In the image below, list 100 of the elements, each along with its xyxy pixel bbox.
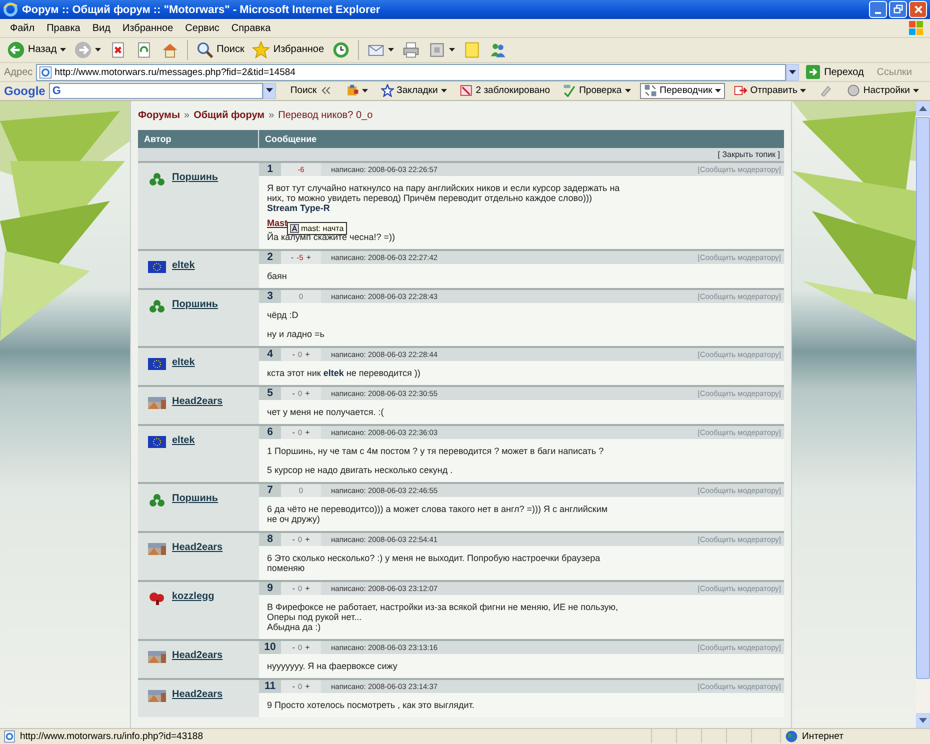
caret-icon [715, 88, 722, 93]
post-text: 6 да чёто не переводитсо))) а может слова такого нет в англ? =))) Я с английским [267, 504, 609, 514]
google-dropdown-button[interactable] [263, 82, 276, 99]
biohazard-icon [148, 492, 166, 507]
post-number: 6 [259, 426, 281, 439]
avatar-icon [148, 590, 166, 605]
vote-up-button[interactable]: + [305, 534, 310, 544]
search-button[interactable]: Поиск [192, 38, 248, 62]
vote-up-button[interactable]: + [305, 642, 310, 652]
arrow-icon [806, 65, 820, 79]
address-dropdown-button[interactable] [786, 64, 800, 80]
column-header: Сообщение [264, 132, 317, 146]
minimize-button[interactable] [869, 1, 887, 18]
translate-icon [290, 224, 299, 233]
caret-icon [440, 88, 447, 93]
post-text: баян [267, 270, 288, 281]
restore-icon [892, 4, 904, 16]
post-number: 11 [259, 680, 281, 693]
author-link[interactable]: Поршинь [172, 298, 218, 310]
flag-icon [148, 434, 166, 449]
breadcrumb-link[interactable]: Общий форум [194, 110, 265, 121]
vote-up-button[interactable]: + [305, 428, 310, 437]
tooltip: mast: начта [287, 222, 347, 235]
post-text: ну и ладно =ь [267, 328, 326, 339]
caret-icon [624, 88, 631, 93]
blocked-icon [460, 84, 473, 98]
popup-blocker-button[interactable]: 2 заблокировано [456, 82, 554, 99]
biohazard-icon [148, 172, 166, 186]
arrow-up-icon [919, 106, 927, 111]
printer-icon [402, 40, 420, 59]
author-link[interactable]: eltek [172, 356, 195, 368]
go-button[interactable]: Переход [802, 65, 868, 79]
vote-down-button[interactable]: - [292, 428, 295, 437]
spellcheck-button[interactable]: Проверка [559, 82, 635, 99]
minimize-icon [875, 12, 881, 14]
post-text: них, то можно увидеть перевод) Причём переводит отдельно каждое слово))) [267, 192, 592, 203]
puzzle-icon [346, 84, 359, 98]
vote-down-button[interactable]: - [292, 584, 295, 593]
flag-icon [148, 260, 166, 274]
author-link[interactable]: Поршинь [172, 172, 218, 183]
author-link[interactable]: Head2ears [172, 396, 223, 407]
author-link[interactable]: Head2ears [172, 650, 223, 661]
close-button[interactable] [909, 1, 927, 18]
vote-down-button[interactable]: - [292, 350, 295, 359]
menu-item[interactable]: Правка [40, 22, 86, 34]
address-field[interactable]: http://www.motorwars.ru/messages.php?fid=2&tid=14584 [36, 64, 786, 80]
google-search-field[interactable]: G [49, 82, 264, 99]
circle-icon [847, 84, 860, 98]
translate-button[interactable]: Переводчик [640, 82, 726, 99]
menu-item[interactable]: Файл [4, 22, 41, 34]
author-link[interactable]: Поршинь [172, 492, 218, 504]
author-link[interactable]: eltek [172, 260, 195, 271]
post-number: 10 [259, 640, 281, 654]
back-button[interactable]: Назад [4, 38, 69, 62]
menu-item[interactable]: Справка [225, 22, 277, 34]
post-number: 3 [259, 290, 281, 303]
square-icon [428, 40, 446, 59]
author-link[interactable]: eltek [172, 434, 195, 446]
breadcrumb-separator: » [268, 110, 274, 121]
vote-up-button[interactable]: + [305, 350, 310, 359]
vote-down-button[interactable]: - [292, 682, 295, 691]
author-link[interactable]: Head2ears [172, 542, 223, 553]
vote-up-button[interactable]: + [306, 252, 311, 262]
vote-up-button[interactable]: + [305, 682, 310, 691]
vote-up-button[interactable]: + [305, 388, 310, 398]
vote-down-button[interactable]: - [292, 534, 295, 544]
author-link[interactable]: kozzlegg [172, 590, 214, 602]
close-topic-link[interactable]: [ Закрыть топик ] [718, 150, 780, 159]
post-text: 9 Просто хотелось посмотреть , как это выглядит. [267, 700, 476, 710]
page-icon [38, 66, 52, 78]
vote-up-button[interactable]: + [305, 584, 310, 593]
clock-icon [332, 40, 350, 59]
settings-button[interactable]: Настройки [843, 82, 923, 99]
menu-item[interactable]: Сервис [179, 22, 226, 34]
maximize-button[interactable] [889, 1, 907, 18]
scroll-up-button[interactable] [916, 100, 930, 116]
vote-down-button[interactable]: - [292, 388, 295, 398]
menu-item[interactable]: Вид [86, 22, 116, 34]
star-icon [252, 40, 270, 59]
menu-item[interactable]: Избранное [116, 22, 180, 34]
flag-icon [148, 356, 166, 371]
favorites-button[interactable]: Избранное [249, 38, 328, 62]
search-button[interactable]: Поиск [286, 82, 337, 99]
author-link[interactable]: Head2ears [172, 688, 223, 700]
post-number: 7 [259, 484, 281, 497]
scroll-down-button[interactable] [916, 712, 930, 728]
vote-down-button[interactable]: - [292, 642, 295, 652]
post-text: Я вот тут случайно наткнулсо на пару английских ников и если курсор задержать на [267, 182, 621, 193]
post-text: нууууууу. Я на фаервоксе сижу [267, 660, 398, 671]
bookmarks-button[interactable]: Закладки [376, 82, 451, 99]
caret-icon [449, 48, 456, 52]
send-button[interactable]: Отправить [730, 82, 810, 99]
word-link[interactable]: Mast [267, 218, 288, 228]
post-text: 5 курсор не надо двигать несколько секунд . [267, 464, 454, 475]
vote-down-button[interactable]: - [290, 252, 294, 262]
post-number: 9 [259, 582, 281, 595]
breadcrumb-link[interactable]: Форумы [138, 110, 180, 121]
post-number: 2 [259, 250, 281, 264]
post-text: 6 Это сколько несколько? :) у меня не выходит. Попробую настроечки браузера [267, 552, 602, 563]
post-text: поменяю [267, 562, 306, 573]
